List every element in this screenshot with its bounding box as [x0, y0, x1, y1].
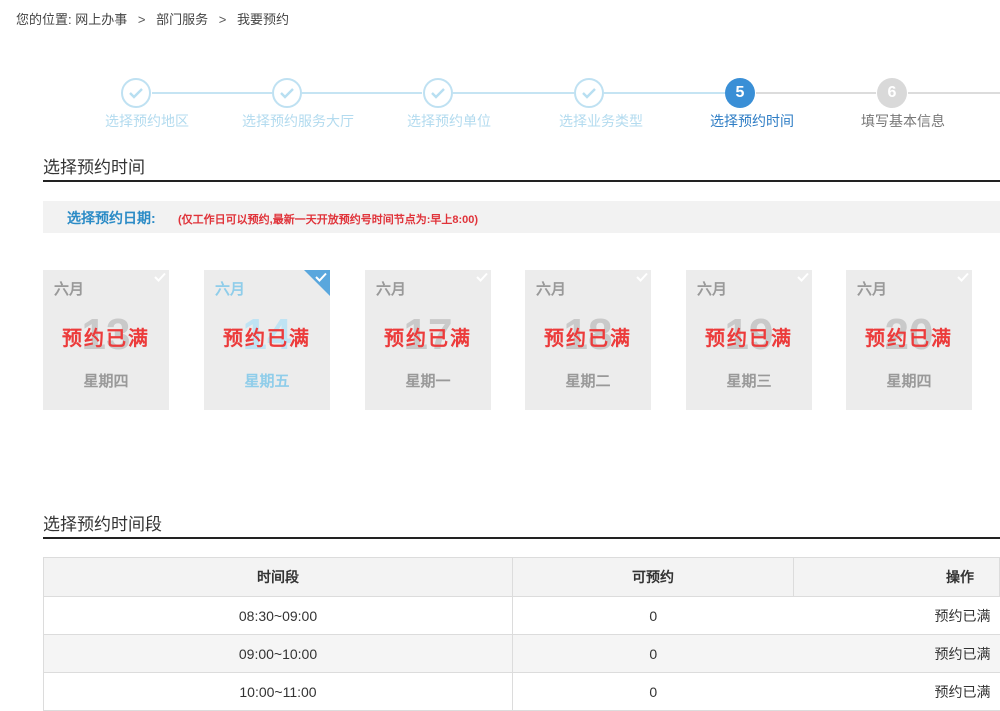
day-month: 六月 [697, 281, 728, 298]
day-weekday: 星期四 [83, 373, 129, 390]
day-status: 预约已满 [223, 328, 311, 350]
slot-action: 预约已满 [793, 672, 1000, 711]
section-title-slot: 选择预约时间段 [43, 515, 162, 534]
step-connector [604, 92, 725, 94]
day-card-20[interactable]: 六月 20 预约已满 星期四 [846, 270, 972, 410]
column-header-available: 可预约 [512, 557, 794, 597]
step-connector [908, 92, 1000, 94]
table-row: 08:30~09:00 0 预约已满 [43, 596, 1000, 635]
step-4-label[interactable]: 选择业务类型 [559, 111, 643, 131]
day-weekday: 星期五 [244, 373, 290, 390]
time-slot-table: 时间段 可预约 操作 08:30~09:00 0 预约已满 09:00~10:0… [43, 557, 1000, 711]
day-weekday: 星期四 [886, 373, 932, 390]
day-status: 预约已满 [705, 328, 793, 350]
check-icon [797, 272, 809, 282]
step-progress: 5 6 选择预约地区 选择预约服务大厅 选择预约单位 选择业务类型 选择预约时间… [0, 78, 1000, 138]
section-title-time: 选择预约时间 [43, 158, 145, 177]
day-month: 六月 [857, 281, 888, 298]
date-select-note: (仅工作日可以预约,最新一天开放预约号时间节点为:早上8:00) [178, 214, 479, 226]
slot-action: 预约已满 [793, 634, 1000, 673]
day-status: 预约已满 [384, 328, 472, 350]
date-select-label: 选择预约日期: [67, 210, 156, 226]
step-6-number: 6 [877, 78, 907, 108]
day-month: 六月 [54, 281, 85, 298]
breadcrumb-separator: > [137, 12, 146, 27]
day-status: 预约已满 [544, 328, 632, 350]
step-connector [453, 92, 574, 94]
slot-available: 0 [512, 672, 794, 711]
slot-available: 0 [512, 596, 794, 635]
day-status: 预约已满 [62, 328, 150, 350]
day-month: 六月 [215, 281, 246, 298]
step-6-label: 填写基本信息 [861, 113, 945, 129]
breadcrumb-prefix: 您的位置: [16, 12, 72, 27]
check-icon [476, 272, 488, 282]
day-card-14[interactable]: 六月 14 预约已满 星期五 [204, 270, 330, 410]
day-card-18[interactable]: 六月 18 预约已满 星期二 [525, 270, 651, 410]
day-status: 预约已满 [865, 328, 953, 350]
date-select-bar: 选择预约日期: (仅工作日可以预约,最新一天开放预约号时间节点为:早上8:00) [43, 201, 1000, 233]
breadcrumb-item-department[interactable]: 部门服务 [156, 12, 208, 27]
section-divider [43, 180, 1000, 182]
table-header-row: 时间段 可预约 操作 [43, 557, 1000, 597]
section-divider [43, 537, 1000, 539]
day-weekday: 星期二 [565, 373, 611, 390]
check-icon [957, 272, 969, 282]
table-row: 10:00~11:00 0 预约已满 [43, 672, 1000, 711]
breadcrumb-separator: > [218, 12, 227, 27]
slot-time: 09:00~10:00 [43, 634, 513, 673]
step-5-label: 选择预约时间 [710, 113, 794, 129]
day-card-19[interactable]: 六月 19 预约已满 星期三 [686, 270, 812, 410]
column-header-action: 操作 [793, 557, 1000, 597]
table-row: 09:00~10:00 0 预约已满 [43, 634, 1000, 673]
slot-time: 08:30~09:00 [43, 596, 513, 635]
step-1-label[interactable]: 选择预约地区 [105, 111, 189, 131]
slot-action: 预约已满 [793, 596, 1000, 635]
column-header-time: 时间段 [43, 557, 513, 597]
step-5-number: 5 [725, 78, 755, 108]
step-2-check-icon [272, 78, 302, 108]
step-4-check-icon [574, 78, 604, 108]
step-3-label[interactable]: 选择预约单位 [407, 111, 491, 131]
check-icon [636, 272, 648, 282]
breadcrumb-item-online[interactable]: 网上办事 [75, 12, 127, 27]
day-weekday: 星期一 [405, 373, 451, 390]
day-card-13[interactable]: 六月 13 预约已满 星期四 [43, 270, 169, 410]
check-icon [315, 272, 327, 282]
breadcrumb-item-current: 我要预约 [236, 12, 289, 27]
day-weekday: 星期三 [726, 373, 772, 390]
step-connector [152, 92, 272, 94]
slot-available: 0 [512, 634, 794, 673]
step-connector [756, 92, 876, 94]
step-2-label[interactable]: 选择预约服务大厅 [242, 111, 354, 131]
step-1-check-icon [121, 78, 151, 108]
day-month: 六月 [376, 281, 407, 298]
day-card-17[interactable]: 六月 17 预约已满 星期一 [365, 270, 491, 410]
check-icon [154, 272, 166, 282]
step-connector [302, 92, 422, 94]
step-3-check-icon [423, 78, 453, 108]
slot-time: 10:00~11:00 [43, 672, 513, 711]
breadcrumb: 您的位置: 网上办事 > 部门服务 > 我要预约 [16, 9, 289, 28]
day-month: 六月 [536, 281, 567, 298]
